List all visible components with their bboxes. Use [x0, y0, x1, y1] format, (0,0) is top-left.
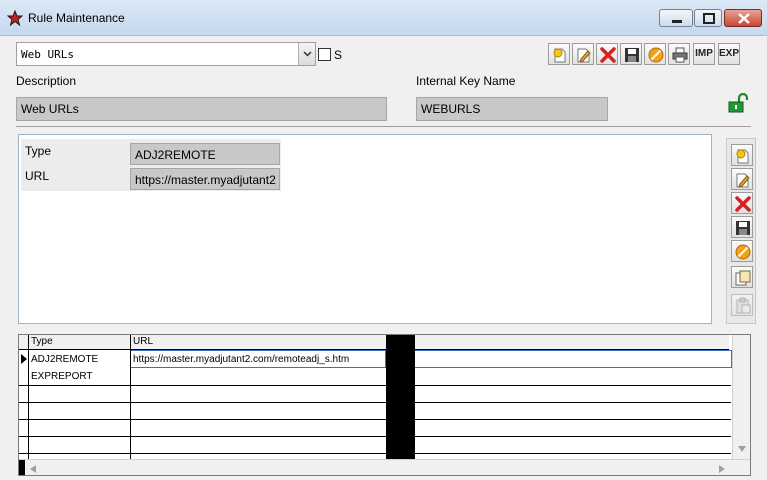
description-field[interactable]: Web URLs	[16, 97, 387, 121]
edit-button[interactable]	[572, 43, 594, 65]
edit-icon	[577, 48, 591, 63]
column-filler	[386, 335, 415, 475]
selected-row-highlight	[415, 350, 732, 368]
close-button[interactable]	[724, 9, 762, 27]
rule-select[interactable]: Web URLs	[16, 42, 316, 66]
s-checkbox[interactable]	[318, 48, 331, 61]
side-edit-button[interactable]	[731, 168, 753, 190]
print-button[interactable]	[668, 43, 690, 65]
side-save-button[interactable]	[731, 216, 753, 238]
s-checkbox-label: S	[334, 48, 343, 62]
window-title: Rule Maintenance	[28, 11, 125, 25]
title-bar: Rule Maintenance	[0, 0, 767, 36]
separator	[16, 126, 751, 127]
type-label: Type	[25, 144, 52, 158]
new-icon	[553, 48, 566, 63]
rule-select-value: Web URLs	[21, 48, 74, 61]
grid-cell-url[interactable]	[131, 368, 386, 385]
column-divider	[28, 335, 29, 459]
url-field[interactable]: https://master.myadjutant2	[130, 168, 280, 190]
edit-icon	[736, 173, 750, 188]
scroll-right-icon	[719, 465, 725, 473]
row-divider	[19, 419, 731, 420]
side-copy-button[interactable]	[731, 266, 753, 288]
column-header-type[interactable]: Type	[29, 335, 130, 350]
star-icon	[7, 10, 23, 26]
scroll-down-icon	[738, 446, 746, 452]
unlock-button[interactable]	[727, 92, 749, 113]
close-icon	[738, 13, 750, 24]
vertical-scrollbar[interactable]	[732, 335, 750, 459]
cancel-icon	[648, 47, 664, 63]
url-label: URL	[25, 169, 50, 183]
copy-icon	[735, 270, 751, 286]
grid-corner	[19, 335, 28, 350]
side-paste-button[interactable]	[731, 294, 753, 316]
save-button[interactable]	[620, 43, 642, 65]
minimize-button[interactable]	[659, 9, 693, 27]
paste-icon	[736, 297, 751, 314]
row-divider	[19, 453, 731, 454]
unlock-icon	[728, 92, 749, 113]
cancel-button[interactable]	[644, 43, 666, 65]
delete-button[interactable]	[596, 43, 618, 65]
delete-icon	[735, 196, 751, 212]
record-marker	[19, 460, 25, 475]
internal-key-label: Internal Key Name	[416, 74, 516, 88]
print-icon	[672, 47, 688, 63]
internal-key-field[interactable]: WEBURLS	[416, 97, 608, 121]
side-delete-button[interactable]	[731, 192, 753, 214]
horizontal-scrollbar[interactable]	[19, 459, 750, 475]
description-label: Description	[16, 74, 77, 88]
row-pointer-icon	[21, 354, 27, 364]
side-new-button[interactable]	[731, 144, 753, 166]
export-button[interactable]: EXP	[718, 43, 740, 65]
maximize-button[interactable]	[694, 9, 722, 27]
new-icon	[736, 149, 749, 164]
url-grid[interactable]: Type URL ADJ2REMOTE https://master.myadj…	[18, 334, 751, 476]
minimize-icon	[672, 20, 682, 23]
save-icon	[625, 48, 639, 62]
save-icon	[736, 221, 750, 235]
row-divider	[19, 385, 731, 386]
import-button[interactable]: IMP	[693, 43, 715, 65]
type-field[interactable]: ADJ2REMOTE	[130, 143, 280, 165]
grid-cell-type[interactable]: EXPREPORT	[29, 368, 130, 385]
column-header-blank	[415, 335, 729, 350]
grid-cell-type[interactable]: ADJ2REMOTE	[29, 351, 130, 368]
maximize-icon	[703, 13, 715, 24]
scroll-left-icon	[30, 465, 36, 473]
chevron-down-icon	[303, 51, 312, 57]
dropdown-button[interactable]	[298, 43, 315, 65]
row-divider	[19, 402, 731, 403]
grid-cell-url[interactable]: https://master.myadjutant2.com/remoteadj…	[130, 350, 386, 368]
side-cancel-button[interactable]	[731, 240, 753, 262]
cancel-icon	[735, 244, 751, 260]
new-button[interactable]	[548, 43, 570, 65]
row-divider	[19, 436, 731, 437]
delete-icon	[600, 47, 616, 63]
column-divider	[130, 335, 131, 459]
column-header-url[interactable]: URL	[131, 335, 386, 350]
